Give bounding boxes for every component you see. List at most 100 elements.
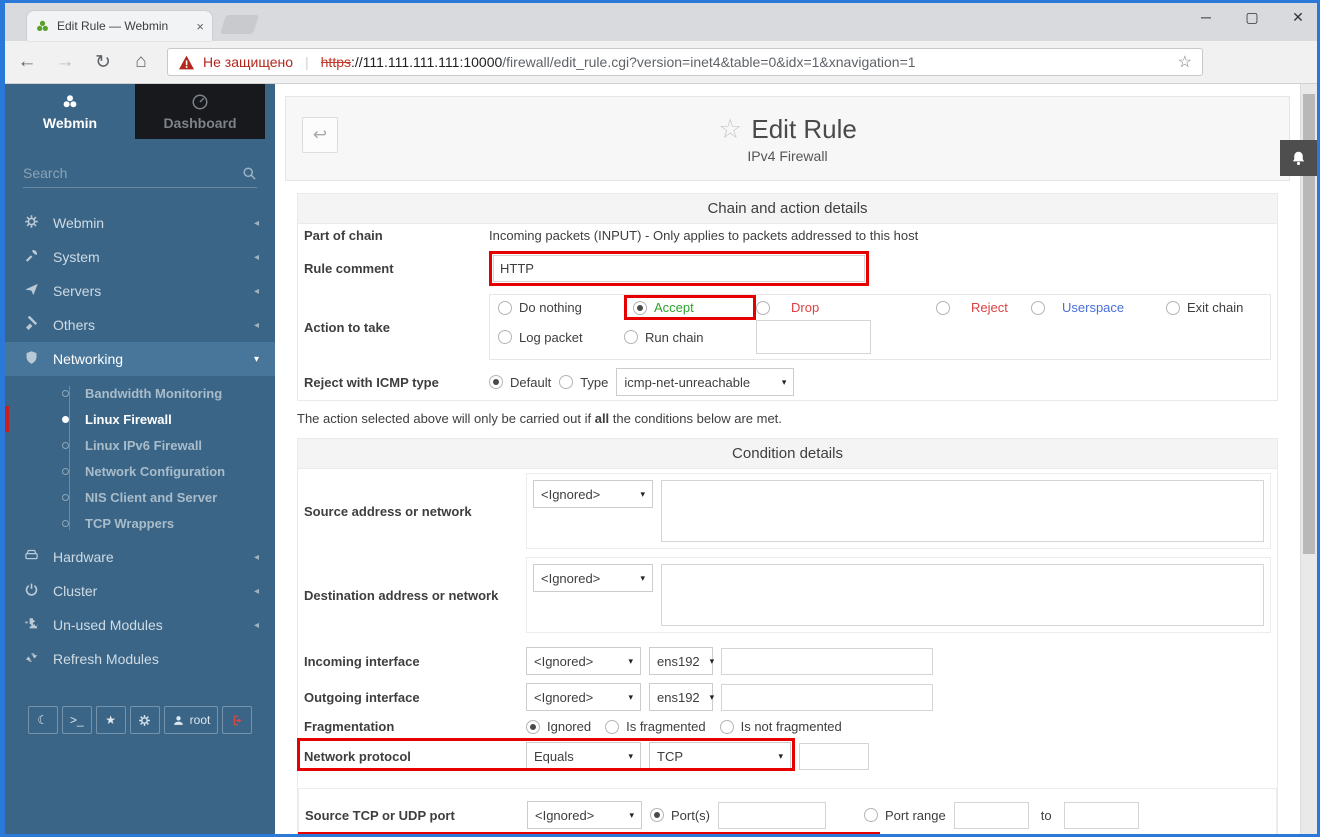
- refresh-icon: [23, 650, 40, 668]
- destination-address-mode-select[interactable]: <Ignored> ▾: [533, 564, 653, 592]
- run-chain-input[interactable]: [756, 320, 871, 354]
- sidebar-item-webmin[interactable]: Webmin ◂: [5, 206, 275, 240]
- sidebar-item-system[interactable]: System ◂: [5, 240, 275, 274]
- source-port-mode-select[interactable]: <Ignored> ▾: [527, 801, 642, 829]
- settings-button[interactable]: [129, 706, 160, 734]
- radio-icon[interactable]: [624, 330, 638, 344]
- incoming-interface-input[interactable]: [721, 647, 933, 675]
- sidebar-item-servers[interactable]: Servers ◂: [5, 274, 275, 308]
- network-protocol-mode-select[interactable]: Equals ▾: [526, 742, 641, 770]
- search-icon[interactable]: [242, 166, 257, 181]
- vertical-scrollbar[interactable]: [1300, 84, 1317, 834]
- main-content: ↩ ☆ Edit Rule IPv4 Firewall Chain and ac…: [275, 84, 1317, 834]
- minimize-button[interactable]: ─: [1195, 9, 1217, 26]
- radio-icmp-default[interactable]: Default: [489, 375, 551, 390]
- radio-source-ports[interactable]: Port(s): [650, 808, 710, 823]
- back-icon[interactable]: ←: [15, 51, 39, 73]
- radio-exit-chain[interactable]: Exit chain: [1166, 300, 1262, 315]
- radio-run-chain[interactable]: Run chain: [624, 330, 756, 345]
- sidebar-item-hardware[interactable]: Hardware ◂: [5, 540, 275, 574]
- tab-close-icon[interactable]: ×: [196, 19, 204, 34]
- radio-icon[interactable]: [936, 300, 950, 315]
- outgoing-interface-mode-select[interactable]: <Ignored> ▾: [526, 683, 641, 711]
- radio-icon[interactable]: [1031, 300, 1045, 315]
- night-mode-button[interactable]: ☾: [27, 706, 58, 734]
- new-tab-button[interactable]: [219, 15, 260, 34]
- terminal-button[interactable]: >_: [61, 706, 92, 734]
- sidebar-item-bandwidth-monitoring[interactable]: Bandwidth Monitoring: [5, 380, 275, 406]
- sidebar-tab-dashboard[interactable]: Dashboard: [135, 84, 265, 139]
- sidebar-item-unused-modules[interactable]: Un-used Modules ◂: [5, 608, 275, 642]
- search-input[interactable]: [23, 165, 242, 181]
- radio-do-nothing[interactable]: Do nothing: [498, 300, 624, 315]
- sidebar-item-networking[interactable]: Networking ▾: [5, 342, 275, 376]
- radio-icon[interactable]: [559, 375, 574, 389]
- radio-icon[interactable]: [756, 300, 770, 315]
- radio-icon[interactable]: [633, 300, 647, 315]
- maximize-button[interactable]: ▢: [1241, 9, 1263, 26]
- radio-icon[interactable]: [489, 375, 503, 389]
- network-protocol-extra-input[interactable]: [799, 742, 869, 770]
- network-protocol-select[interactable]: TCP ▾: [649, 742, 791, 770]
- radio-drop[interactable]: Drop: [756, 300, 936, 315]
- radio-icon[interactable]: [498, 300, 512, 315]
- radio-label: Type: [580, 374, 609, 390]
- radio-frag-ignored[interactable]: Ignored: [526, 719, 591, 734]
- security-warning-icon[interactable]: [178, 55, 195, 70]
- radio-accept[interactable]: Accept: [624, 295, 756, 320]
- destination-port-highlight: [298, 832, 880, 834]
- destination-address-textarea[interactable]: [661, 564, 1264, 626]
- source-ports-input[interactable]: [718, 801, 826, 829]
- source-address-textarea[interactable]: [661, 480, 1264, 542]
- user-button[interactable]: root: [163, 706, 219, 734]
- incoming-interface-select[interactable]: ens192 ▾: [649, 647, 714, 675]
- security-status[interactable]: Не защищено: [203, 54, 293, 70]
- browser-tab[interactable]: Edit Rule — Webmin ×: [27, 11, 212, 41]
- notifications-toggle[interactable]: [1280, 140, 1317, 176]
- icmp-type-select[interactable]: icmp-net-unreachable ▾: [616, 368, 795, 396]
- radio-icon[interactable]: [526, 719, 540, 734]
- favorites-button[interactable]: ★: [95, 706, 126, 734]
- radio-icon[interactable]: [650, 808, 664, 822]
- sidebar-item-tcp-wrappers[interactable]: TCP Wrappers: [5, 510, 275, 536]
- radio-icon[interactable]: [864, 808, 878, 822]
- close-button[interactable]: ✕: [1287, 9, 1309, 26]
- source-address-mode-select[interactable]: <Ignored> ▾: [533, 480, 653, 508]
- sidebar-item-network-configuration[interactable]: Network Configuration: [5, 458, 275, 484]
- sidebar-tab-webmin[interactable]: Webmin: [5, 84, 135, 139]
- destination-address-label: Destination address or network: [304, 587, 499, 603]
- incoming-interface-mode-select[interactable]: <Ignored> ▾: [526, 647, 641, 675]
- radio-source-port-range[interactable]: Port range: [864, 808, 946, 823]
- radio-is-fragmented[interactable]: Is fragmented: [605, 719, 706, 734]
- bookmark-star-icon[interactable]: ☆: [1178, 52, 1192, 72]
- reject-icmp-row: Reject with ICMP type Default Type icmp-…: [298, 364, 1277, 400]
- sidebar-item-refresh-modules[interactable]: Refresh Modules: [5, 642, 275, 676]
- outgoing-interface-select[interactable]: ens192 ▾: [649, 683, 714, 711]
- favorite-star-icon[interactable]: ☆: [718, 114, 742, 145]
- forward-icon[interactable]: →: [53, 51, 77, 73]
- rule-comment-input[interactable]: [493, 255, 865, 282]
- radio-icmp-type[interactable]: Type: [559, 375, 608, 390]
- logout-button[interactable]: [222, 706, 253, 734]
- reload-icon[interactable]: ↻: [91, 51, 115, 74]
- outgoing-interface-input[interactable]: [721, 683, 933, 711]
- sidebar-item-linux-ipv6-firewall[interactable]: Linux IPv6 Firewall: [5, 432, 275, 458]
- url-text[interactable]: https://111.111.111.111:10000/firewall/e…: [321, 54, 1170, 70]
- radio-log-packet[interactable]: Log packet: [498, 330, 624, 345]
- radio-icon[interactable]: [719, 719, 734, 734]
- sidebar-item-nis-client-and-server[interactable]: NIS Client and Server: [5, 484, 275, 510]
- radio-icon[interactable]: [498, 330, 512, 344]
- back-page-button[interactable]: ↩: [302, 117, 338, 153]
- radio-icon[interactable]: [1166, 300, 1180, 315]
- home-icon[interactable]: ⌂: [129, 51, 153, 73]
- sidebar-item-others[interactable]: Others ◂: [5, 308, 275, 342]
- source-range-from-input[interactable]: [953, 801, 1029, 829]
- radio-userspace[interactable]: Userspace: [1031, 300, 1166, 315]
- radio-reject[interactable]: Reject: [936, 300, 1031, 315]
- sidebar-item-cluster[interactable]: Cluster ◂: [5, 574, 275, 608]
- radio-is-not-fragmented[interactable]: Is not fragmented: [719, 719, 842, 734]
- radio-icon[interactable]: [605, 719, 620, 734]
- source-range-to-input[interactable]: [1063, 801, 1139, 829]
- sidebar-item-linux-firewall[interactable]: Linux Firewall: [5, 406, 275, 432]
- address-bar[interactable]: Не защищено | https://111.111.111.111:10…: [167, 48, 1203, 76]
